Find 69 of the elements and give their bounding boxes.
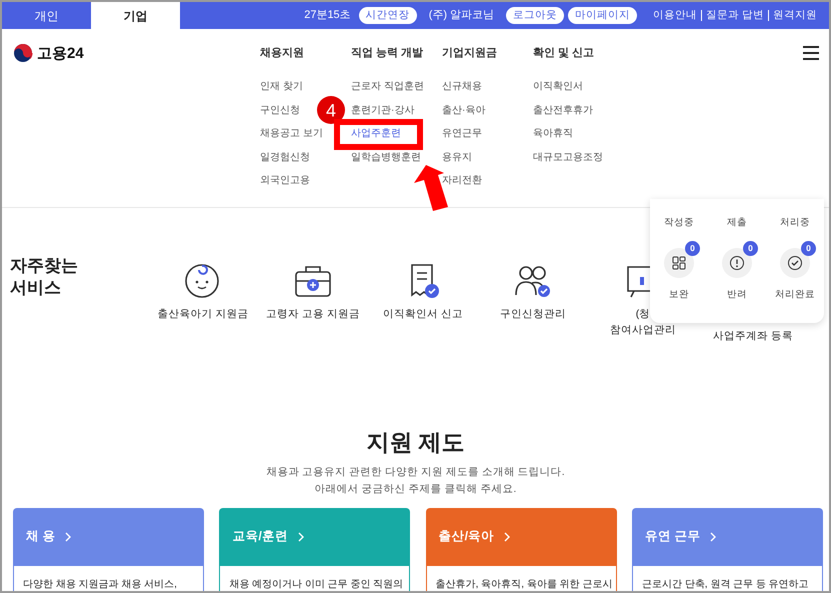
chevron-icon (296, 532, 306, 542)
menu-item[interactable]: 신규채용 (442, 79, 482, 94)
service-label[interactable]: 사업주계좌 등록 (713, 329, 793, 345)
status-label: 반려 (726, 288, 748, 302)
service-label[interactable]: 이직확인서 신고 (383, 307, 463, 323)
menu-heading[interactable]: 기업지원금 (442, 45, 533, 79)
top-link[interactable]: 질문과 답변 (701, 10, 768, 21)
status-label: 처리중 (779, 216, 811, 230)
menu-item[interactable]: 출산·육아 (442, 102, 486, 118)
menu-item[interactable]: 구인신청 (260, 102, 300, 118)
menu-item[interactable]: 외국인고용 (260, 173, 310, 188)
service-label[interactable]: 출산육아기 지원금 (158, 307, 248, 323)
menu-item[interactable]: 유연근무 (442, 126, 482, 141)
header-button[interactable]: 마이페이지 (568, 7, 638, 24)
menu-item[interactable]: 사업주훈련 (351, 126, 401, 141)
service-label[interactable]: 고령자 고용 지원금 (266, 307, 360, 323)
session-timer: 27분15초 (304, 8, 351, 24)
header-button[interactable]: 로그아웃 (506, 7, 564, 24)
card-text: 출산휴가, 육아휴직, 육아를 위한 근로시 (426, 566, 617, 591)
menu-item[interactable]: 훈련기관·강사 (351, 102, 414, 118)
menu-item[interactable]: 용유지 (442, 150, 472, 164)
extend-button[interactable]: 시간연장 (358, 7, 417, 24)
chevron-icon (63, 532, 74, 542)
service-label[interactable]: 구인신청관리 (500, 307, 566, 323)
menu-item[interactable]: 출산전후휴가 (533, 102, 593, 118)
tab[interactable]: 개인 (2, 2, 91, 29)
menu-heading[interactable]: 직업 능력 개발 (351, 45, 442, 79)
tab[interactable]: 기업 (91, 2, 180, 29)
count-badge: 0 (801, 241, 816, 256)
menu-item[interactable]: 자리전환 (442, 173, 482, 188)
description-text: 아래에서 궁금하신 주제를 클릭해 주세요. (314, 482, 518, 496)
card-text: 채용 예정이거나 이미 근무 중인 직원의 (219, 566, 410, 591)
count-badge: 0 (743, 241, 758, 256)
status-label: 처리완료 (774, 288, 816, 302)
section-title: 지원 제도 (365, 428, 466, 457)
check-circle-icon (787, 255, 803, 272)
menu-item[interactable]: 일학습병행훈련 (351, 150, 421, 164)
user-name: (주) 알파코님 (428, 8, 494, 24)
menu-heading[interactable]: 확인 및 신고 (533, 45, 624, 79)
top-link[interactable]: 이용안내 (649, 10, 702, 21)
card-text: 다양한 채용 지원금과 채용 서비스, (13, 566, 204, 591)
status-label: 제출 (726, 216, 748, 230)
menu-item[interactable]: 육아휴직 (533, 126, 573, 141)
description-text: 채용과 고용유지 관련한 다양한 지원 제도를 소개해 드립니다. (265, 464, 566, 480)
menu-heading[interactable]: 채용지원 (260, 45, 351, 79)
card-text: 근로시간 단축, 원격 근무 등 유연하고 (632, 566, 823, 591)
logo-text[interactable]: 고용24 (37, 43, 84, 66)
briefcase-icon (294, 263, 332, 299)
baby-face-icon (184, 263, 222, 299)
people-check-icon (514, 263, 552, 299)
menu-item[interactable]: 근로자 직업훈련 (351, 79, 424, 94)
menu-item[interactable]: 일경험신청 (260, 150, 310, 164)
chevron-icon (708, 532, 718, 542)
logo-icon (13, 43, 33, 63)
chevron-icon (502, 532, 512, 542)
status-label: 작성중 (663, 216, 695, 230)
count-badge: 0 (685, 241, 700, 256)
alert-icon (729, 255, 745, 272)
menu-item[interactable]: 인재 찾기 (260, 79, 303, 94)
menu-item[interactable]: 채용공고 보기 (260, 126, 323, 141)
menu-item[interactable]: 이직확인서 (533, 79, 583, 94)
section-title: 자주찾는 서비스 (10, 255, 79, 300)
service-label[interactable]: (청 참여사업관리 (610, 307, 676, 338)
top-link[interactable]: 원격지원 (768, 10, 821, 21)
step-badge: 4 (317, 96, 345, 124)
menu-item[interactable]: 대규모고용조정 (533, 150, 603, 164)
status-label: 보완 (668, 288, 690, 302)
grid-icon (671, 255, 687, 272)
menu-icon[interactable] (803, 46, 819, 60)
